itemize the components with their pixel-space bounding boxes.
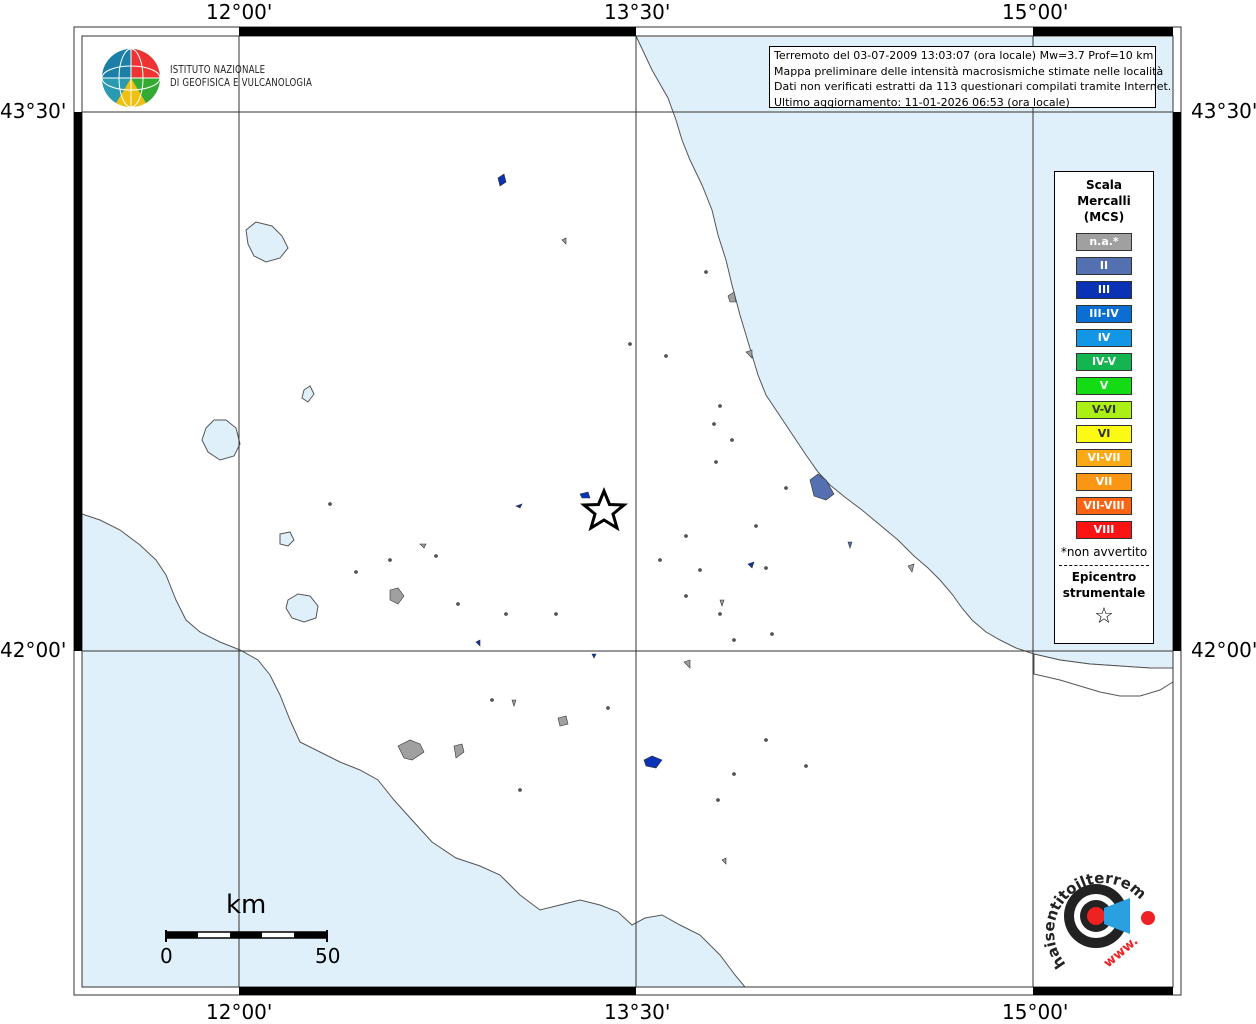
legend-title-line3: (MCS) bbox=[1083, 210, 1125, 224]
locality-dot bbox=[456, 602, 460, 606]
legend-divider bbox=[1059, 565, 1149, 566]
locality-dot bbox=[684, 534, 688, 538]
event-info-line3: Dati non verificati estratti da 113 ques… bbox=[774, 80, 1172, 93]
event-info-box: Terremoto del 03-07-2009 13:03:07 (ora l… bbox=[769, 46, 1172, 109]
legend-item: V bbox=[1076, 377, 1132, 395]
legend-title: Scala Mercalli (MCS) bbox=[1055, 177, 1153, 225]
lon-label-top-1: 12°00' bbox=[206, 0, 273, 24]
locality-dot bbox=[606, 706, 610, 710]
locality-dot bbox=[504, 612, 508, 616]
locality-dot bbox=[730, 438, 734, 442]
ingv-logo-line1: ISTITUTO NAZIONALE bbox=[170, 64, 266, 76]
legend-item: IV-V bbox=[1076, 353, 1132, 371]
legend-item: IV bbox=[1076, 329, 1132, 347]
locality-dot bbox=[764, 566, 768, 570]
locality-dot bbox=[732, 638, 736, 642]
locality-dot bbox=[704, 270, 708, 274]
lat-label-left-2: 42°00' bbox=[0, 638, 67, 662]
svg-text:haisentitoilterremoto.it: haisentitoilterremoto.it bbox=[1034, 860, 1150, 972]
legend-star-icon: ☆ bbox=[1094, 604, 1114, 629]
locality-dot bbox=[658, 558, 662, 562]
legend-item: II bbox=[1076, 257, 1132, 275]
locality-dot bbox=[804, 764, 808, 768]
lon-label-bottom-3: 15°00' bbox=[1002, 1000, 1069, 1024]
scale-start: 0 bbox=[160, 944, 173, 968]
locality-shape bbox=[557, 715, 569, 727]
legend-title-line1: Scala bbox=[1085, 178, 1123, 192]
ingv-logo-icon bbox=[101, 48, 161, 108]
legend-item: n.a.* bbox=[1076, 233, 1132, 251]
locality-dot bbox=[754, 524, 758, 528]
locality-dot bbox=[684, 594, 688, 598]
locality-dot bbox=[354, 570, 358, 574]
lon-label-top-2: 13°30' bbox=[604, 0, 671, 24]
legend-item: VI bbox=[1076, 425, 1132, 443]
locality-dot bbox=[718, 404, 722, 408]
locality-dot bbox=[664, 354, 668, 358]
lat-label-right-1: 43°30' bbox=[1191, 99, 1256, 123]
locality-dot bbox=[434, 554, 438, 558]
locality-dot bbox=[784, 486, 788, 490]
legend-item: III bbox=[1076, 281, 1132, 299]
legend-item: VII bbox=[1076, 473, 1132, 491]
legend-items: n.a.* II III III-IV IV IV-V V V-VI VI VI-VII VII VI… bbox=[1055, 233, 1153, 539]
legend-item: V-VI bbox=[1076, 401, 1132, 419]
brand-text: haisentitoilterremoto.it bbox=[1034, 860, 1150, 972]
locality-dot bbox=[712, 422, 716, 426]
event-info-line1: Terremoto del 03-07-2009 13:03:07 (ora l… bbox=[774, 49, 1154, 62]
legend-item: VIII bbox=[1076, 521, 1132, 539]
scale-unit: km bbox=[226, 890, 267, 920]
legend-epicenter-line1: Epicentro bbox=[1071, 570, 1137, 584]
lon-label-bottom-1: 12°00' bbox=[206, 1000, 273, 1024]
lon-label-bottom-2: 13°30' bbox=[604, 1000, 671, 1024]
locality-dot bbox=[490, 698, 494, 702]
legend-item: VI-VII bbox=[1076, 449, 1132, 467]
mcs-legend: Scala Mercalli (MCS) n.a.* II III III-IV IV I… bbox=[1054, 171, 1154, 644]
locality-dot bbox=[518, 788, 522, 792]
locality-dot bbox=[328, 502, 332, 506]
legend-item: III-IV bbox=[1076, 305, 1132, 323]
legend-title-line2: Mercalli bbox=[1077, 194, 1131, 208]
locality-dot bbox=[716, 798, 720, 802]
legend-item: VII-VIII bbox=[1076, 497, 1132, 515]
locality-dot bbox=[698, 568, 702, 572]
ingv-logo-line2: DI GEOFISICA E VULCANOLOGIA bbox=[170, 77, 313, 89]
legend-epicenter-label: Epicentro strumentale bbox=[1055, 569, 1153, 601]
locality-dot bbox=[714, 460, 718, 464]
lat-label-left-1: 43°30' bbox=[0, 99, 67, 123]
locality-dot bbox=[764, 738, 768, 742]
scale-end: 50 bbox=[315, 944, 341, 968]
locality-dot bbox=[628, 342, 632, 346]
locality-dot bbox=[770, 632, 774, 636]
lon-label-top-3: 15°00' bbox=[1002, 0, 1069, 24]
lat-label-right-2: 42°00' bbox=[1191, 638, 1256, 662]
brand-www: www. bbox=[1101, 934, 1141, 971]
legend-note: *non avvertito bbox=[1060, 545, 1148, 559]
legend-epicenter-line2: strumentale bbox=[1062, 586, 1146, 600]
event-info-line4: Ultimo aggiornamento: 11-01-2026 06:53 (… bbox=[774, 95, 1070, 109]
locality-dot bbox=[554, 612, 558, 616]
locality-dot bbox=[732, 772, 736, 776]
haisentito-logo-text: haisentitoilterremoto.it www. bbox=[1034, 860, 1150, 972]
event-info-line2: Mappa preliminare delle intensità macros… bbox=[774, 64, 1164, 78]
locality-dot bbox=[718, 612, 722, 616]
ingv-logo-text: ISTITUTO NAZIONALE DI GEOFISICA E VULCAN… bbox=[170, 64, 312, 90]
locality-dot bbox=[388, 558, 392, 562]
